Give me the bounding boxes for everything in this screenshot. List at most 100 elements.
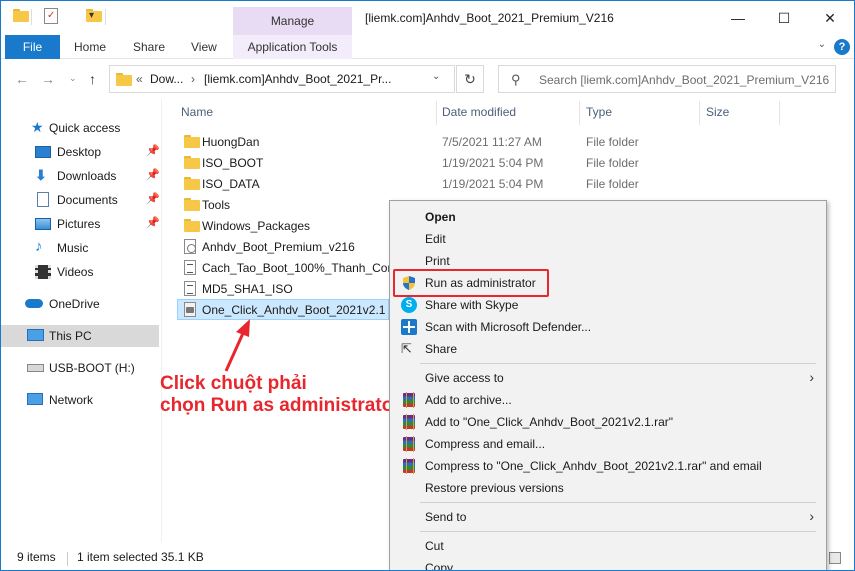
- divider: [31, 9, 32, 25]
- text-file-icon: [184, 281, 196, 296]
- column-divider[interactable]: [579, 101, 580, 125]
- sidebar-item-pictures[interactable]: Pictures 📌: [1, 213, 160, 235]
- sidebar-item-videos[interactable]: Videos: [1, 261, 159, 283]
- sidebar-item-usb-boot[interactable]: USB-BOOT (H:): [1, 357, 159, 379]
- column-divider[interactable]: [779, 101, 780, 125]
- breadcrumb-downloads[interactable]: Dow...: [150, 72, 183, 86]
- column-divider[interactable]: [436, 101, 437, 125]
- menu-item-scan-defender[interactable]: Scan with Microsoft Defender...: [392, 316, 824, 338]
- menu-item-label: Print: [425, 254, 450, 268]
- file-row[interactable]: ISO_DATA: [177, 173, 437, 194]
- column-header-type[interactable]: Type: [586, 105, 612, 119]
- pin-icon: 📌: [146, 193, 160, 205]
- file-name: Tools: [202, 198, 231, 212]
- folder-icon: [184, 177, 200, 190]
- tab-file[interactable]: File: [5, 35, 60, 59]
- tab-home[interactable]: Home: [74, 35, 106, 59]
- menu-item-label: Scan with Microsoft Defender...: [425, 320, 592, 334]
- pin-icon: 📌: [146, 145, 160, 157]
- pane-divider[interactable]: [161, 99, 162, 542]
- annotation-arrow: [224, 319, 250, 372]
- menu-item-open[interactable]: Open: [392, 206, 824, 228]
- sidebar-item-music[interactable]: ♪ Music: [1, 237, 159, 259]
- breadcrumb-current[interactable]: [liemk.com]Anhdv_Boot_2021_Pr...: [204, 72, 391, 86]
- close-button[interactable]: ✕: [807, 1, 853, 35]
- menu-item-give-access-to[interactable]: Give access to ›: [392, 367, 824, 389]
- folder-icon: [184, 198, 200, 211]
- menu-item-label: Compress to "One_Click_Anhdv_Boot_2021v2…: [425, 459, 762, 473]
- menu-item-cut[interactable]: Cut: [392, 535, 824, 557]
- tab-view[interactable]: View: [191, 35, 217, 59]
- column-divider[interactable]: [699, 101, 700, 125]
- explorer-window: ✓ ▾ Manage [liemk.com]Anhdv_Boot_2021_Pr…: [0, 0, 855, 571]
- menu-item-copy[interactable]: Copy: [392, 557, 824, 570]
- winrar-icon: [401, 392, 417, 408]
- menu-item-label: Give access to: [425, 371, 504, 385]
- highlight-box: [393, 269, 549, 297]
- download-icon: ⬇: [35, 167, 47, 183]
- minimize-button[interactable]: —: [715, 1, 761, 35]
- expand-ribbon-icon[interactable]: ⌄: [818, 39, 826, 50]
- menu-item-compress-to-rar-and-email[interactable]: Compress to "One_Click_Anhdv_Boot_2021v2…: [392, 455, 824, 477]
- maximize-button[interactable]: ☐: [761, 1, 807, 35]
- context-menu: Open Edit Print Run as administrator S S…: [389, 200, 827, 570]
- details-view-icon[interactable]: [829, 552, 841, 564]
- usb-drive-icon: [27, 364, 44, 372]
- menu-item-share-with-skype[interactable]: S Share with Skype: [392, 294, 824, 316]
- up-button[interactable]: ↑: [89, 71, 96, 87]
- refresh-button[interactable]: ↻: [456, 65, 484, 93]
- column-header-size[interactable]: Size: [706, 105, 729, 119]
- help-icon[interactable]: ?: [834, 39, 850, 55]
- breadcrumb-separator[interactable]: ›: [191, 72, 195, 86]
- file-name: MD5_SHA1_ISO: [202, 282, 293, 296]
- menu-item-label: Open: [425, 210, 456, 224]
- folder-icon: [184, 135, 200, 148]
- menu-item-compress-and-email[interactable]: Compress and email...: [392, 433, 824, 455]
- menu-separator: [420, 531, 816, 532]
- menu-separator: [420, 502, 816, 503]
- menu-item-restore-previous-versions[interactable]: Restore previous versions: [392, 477, 824, 499]
- desktop-icon: [35, 146, 51, 158]
- sidebar-item-documents[interactable]: Documents 📌: [1, 189, 160, 211]
- column-header-name[interactable]: Name: [181, 105, 213, 119]
- file-type: File folder: [586, 156, 639, 170]
- tab-application-tools[interactable]: Application Tools: [233, 35, 352, 59]
- address-dropdown-icon[interactable]: ⌄: [432, 71, 440, 82]
- search-input[interactable]: Search [liemk.com]Anhdv_Boot_2021_Premiu…: [539, 73, 829, 87]
- sidebar-item-this-pc[interactable]: This PC: [1, 325, 159, 347]
- menu-item-add-to-rar[interactable]: Add to "One_Click_Anhdv_Boot_2021v2.1.ra…: [392, 411, 824, 433]
- search-box[interactable]: ⚲ Search [liemk.com]Anhdv_Boot_2021_Prem…: [498, 65, 836, 93]
- pin-icon: 📌: [146, 217, 160, 229]
- sidebar-item-network[interactable]: Network: [1, 389, 159, 411]
- customize-qat-icon[interactable]: ▾: [89, 10, 94, 21]
- menu-item-send-to[interactable]: Send to ›: [392, 506, 824, 528]
- file-row[interactable]: ISO_BOOT: [177, 152, 437, 173]
- sidebar-item-desktop[interactable]: Desktop 📌: [1, 141, 160, 163]
- disc-image-icon: [184, 239, 196, 254]
- file-type: File folder: [586, 135, 639, 149]
- annotation-line-1: Click chuột phải: [160, 373, 307, 394]
- file-row-selected[interactable]: One_Click_Anhdv_Boot_2021v2.1: [177, 299, 389, 320]
- column-header-date[interactable]: Date modified: [442, 105, 516, 119]
- back-button[interactable]: ←: [15, 71, 29, 87]
- sidebar-item-quick-access[interactable]: ★ Quick access: [1, 117, 159, 139]
- file-row[interactable]: HuongDan: [177, 131, 437, 152]
- menu-item-label: Cut: [425, 539, 444, 553]
- menu-item-share[interactable]: ⇱ Share: [392, 338, 824, 360]
- forward-button[interactable]: →: [41, 71, 55, 87]
- share-icon: ⇱: [401, 341, 412, 356]
- tab-share[interactable]: Share: [133, 35, 165, 59]
- sidebar-item-downloads[interactable]: ⬇ Downloads 📌: [1, 165, 160, 187]
- menu-item-edit[interactable]: Edit: [392, 228, 824, 250]
- breadcrumb-overflow[interactable]: «: [136, 72, 143, 86]
- winrar-icon: [401, 414, 417, 430]
- navigation-pane: ★ Quick access Desktop 📌 ⬇ Downloads 📌 D…: [1, 99, 161, 542]
- sidebar-item-onedrive[interactable]: OneDrive: [1, 293, 159, 315]
- menu-item-add-to-archive[interactable]: Add to archive...: [392, 389, 824, 411]
- address-bar[interactable]: « Dow... › [liemk.com]Anhdv_Boot_2021_Pr…: [109, 65, 455, 93]
- properties-icon[interactable]: ✓: [44, 8, 58, 24]
- manage-tab[interactable]: Manage: [233, 7, 352, 35]
- sidebar-item-label: USB-BOOT (H:): [49, 361, 135, 375]
- menu-item-label: Edit: [425, 232, 446, 246]
- recent-locations-icon[interactable]: ⌄: [69, 73, 77, 84]
